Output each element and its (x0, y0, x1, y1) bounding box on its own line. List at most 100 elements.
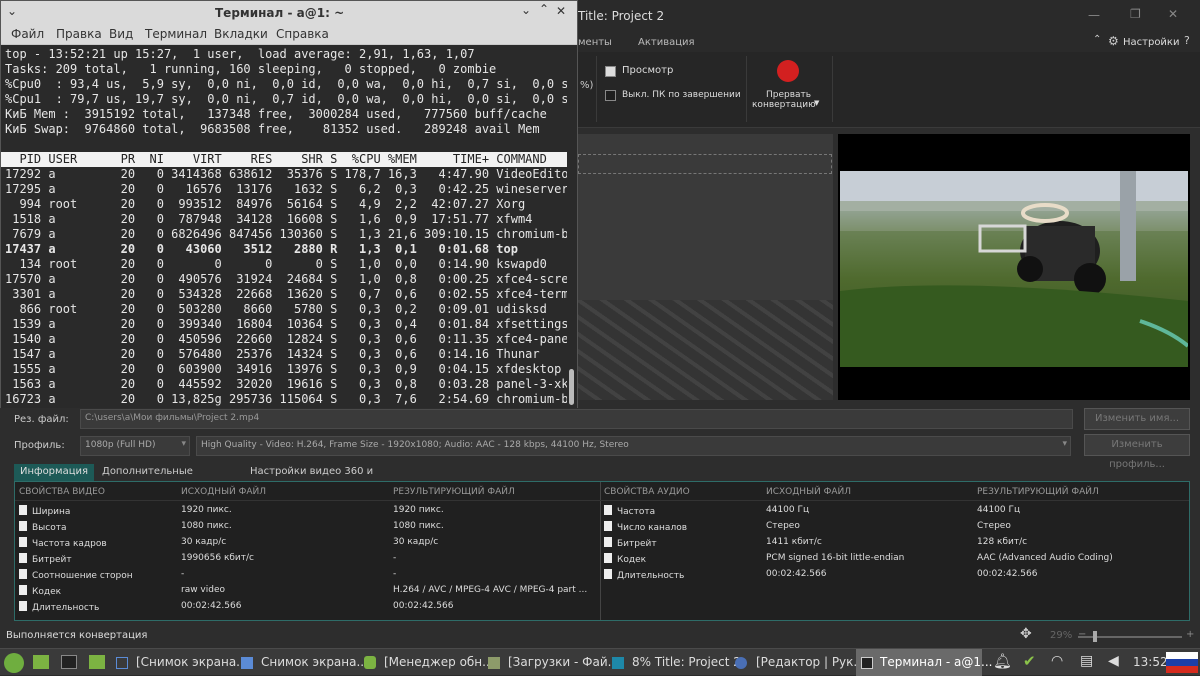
video-property-cell: Ширина (19, 505, 70, 517)
taskbar-item-terminal[interactable]: Терминал - a@1... (880, 649, 992, 676)
video-props-header: СВОЙСТВА ВИДЕО (19, 487, 105, 497)
stop-label-1[interactable]: Прервать (766, 90, 811, 100)
document-icon (604, 521, 612, 531)
dropdown-arrow-icon[interactable]: ▾ (181, 439, 186, 449)
timeline-track[interactable] (578, 154, 832, 174)
terminal-scrollbar[interactable] (567, 45, 577, 408)
audio-property-cell: Кодек (604, 553, 646, 565)
audio-result-value: AAC (Advanced Audio Coding) (977, 553, 1113, 563)
menu-edit[interactable]: Правка (56, 27, 102, 41)
tab-360-3d[interactable]: Настройки видео 360 и 3D (244, 464, 380, 493)
clipboard-icon[interactable]: ▤ (1080, 653, 1093, 669)
video-property-name: Длительность (32, 603, 100, 613)
audio-property-name: Длительность (617, 571, 685, 581)
process-row: 3301 a 20 0 534328 22668 13620 S 0,7 0,6… (5, 287, 576, 301)
video-result-value: 00:02:42.566 (393, 601, 454, 611)
fit-icon[interactable]: ✥ (1020, 626, 1032, 642)
menu-view[interactable]: Вид (109, 27, 133, 41)
process-row: 17292 a 20 0 3414368 638612 35376 S 178,… (5, 167, 576, 181)
volume-icon[interactable]: ◀ (1108, 653, 1119, 669)
video-result-header: РЕЗУЛЬТИРУЮЩИЙ ФАЙЛ (393, 487, 515, 497)
menu-terminal[interactable]: Терминал (145, 27, 207, 41)
minimize-icon[interactable]: — (1088, 8, 1100, 22)
tab-information[interactable]: Информация (14, 464, 94, 481)
result-file-field[interactable]: C:\users\a\Мои фильмы\Project 2.mp4 (80, 409, 1073, 429)
zoom-value: 29% (1050, 630, 1073, 641)
process-row: 17570 a 20 0 490576 31924 24684 S 1,0 0,… (5, 272, 576, 286)
maximize-icon[interactable]: ❐ (1130, 7, 1141, 21)
video-result-value: H.264 / AVC / MPEG-4 AVC / MPEG-4 part .… (393, 585, 588, 595)
close-icon[interactable]: ✕ (1168, 7, 1178, 21)
taskbar-item-screenshot-2[interactable]: Снимок экрана... (261, 649, 368, 676)
show-desktop-icon[interactable] (33, 655, 49, 669)
close-icon[interactable]: ✕ (556, 4, 566, 18)
summary-line: Tasks: 209 total, 1 running, 160 sleepin… (5, 62, 497, 76)
audio-result-value: 128 кбит/с (977, 537, 1028, 547)
document-icon (19, 585, 27, 595)
shutdown-checkbox[interactable] (605, 90, 616, 101)
menu-file[interactable]: Файл (11, 27, 44, 41)
gear-icon[interactable]: ⚙ (1108, 34, 1119, 48)
summary-line: КиБ Mem : 3915192 total, 137348 free, 30… (5, 107, 547, 121)
dropdown-arrow-icon[interactable]: ▾ (1062, 439, 1067, 449)
change-profile-button[interactable]: Изменить профиль... (1084, 434, 1190, 470)
video-result-value: 1080 пикс. (393, 521, 444, 531)
taskbar-item-downloads[interactable]: [Загрузки - Фай... (508, 649, 619, 676)
terminal-window: ⌄ Терминал - a@1: ~ ⌄ ⌃ ✕ Файл Правка Ви… (0, 0, 578, 408)
video-property-cell: Частота кадров (19, 537, 107, 549)
process-row: 1540 a 20 0 450596 22660 12824 S 0,3 0,6… (5, 332, 576, 346)
menu-help[interactable]: Справка (276, 27, 329, 41)
profile-select[interactable]: 1080p (Full HD) ▾ (80, 436, 190, 456)
keyboard-layout-flag-icon[interactable] (1166, 652, 1198, 673)
tab-advanced[interactable]: Дополнительные параметры (96, 464, 242, 493)
wifi-icon[interactable]: ◠ (1051, 653, 1063, 669)
profile-value: 1080p (Full HD) (85, 440, 156, 450)
scrollbar-thumb[interactable] (569, 369, 574, 405)
maximize-icon[interactable]: ⌃ (539, 2, 549, 16)
zoom-in-icon[interactable]: + (1186, 629, 1194, 640)
summary-line: %Cpu1 : 79,7 us, 19,7 sy, 0,0 ni, 0,7 id… (5, 92, 576, 106)
stop-label-2[interactable]: конвертацию (752, 100, 816, 110)
terminal-menubar: Файл Правка Вид Терминал Вкладки Справка (1, 25, 577, 45)
video-source-value: 1990656 кбит/с (181, 553, 255, 563)
taskbar-item-update-manager[interactable]: [Менеджер обн... (384, 649, 494, 676)
menu-tabs[interactable]: Вкладки (214, 27, 268, 41)
terminal-output[interactable]: top - 13:52:21 up 15:27, 1 user, load av… (1, 45, 576, 408)
stop-conversion-icon[interactable] (777, 60, 799, 82)
video-frame-image (840, 171, 1188, 367)
settings-button[interactable]: Настройки (1123, 37, 1179, 48)
taskbar-item-screenshot-1[interactable]: [Снимок экрана... (136, 649, 248, 676)
zoom-slider-handle[interactable] (1093, 631, 1097, 642)
help-icon[interactable]: ? (1184, 34, 1190, 47)
process-row: 16723 a 20 0 13,825g 295736 115064 S 0,3… (5, 392, 576, 406)
rename-button[interactable]: Изменить имя... (1084, 408, 1190, 430)
profile-description: High Quality - Video: H.264, Frame Size … (201, 440, 629, 450)
terminal-launcher-icon[interactable] (61, 655, 77, 669)
mint-menu-icon[interactable] (4, 653, 24, 673)
files-launcher-icon[interactable] (89, 655, 105, 669)
taskbar-item-editor[interactable]: [Редактор | Рук... (756, 649, 865, 676)
video-source-value: 30 кадр/с (181, 537, 227, 547)
video-source-header: ИСХОДНЫЙ ФАЙЛ (181, 487, 267, 497)
process-row: 134 root 20 0 0 0 0 S 1,0 0,0 0:14.90 ks… (5, 257, 547, 271)
notification-bell-icon[interactable]: 🔔︎ (993, 652, 1012, 670)
taskbar-item-converter[interactable]: 8% Title: Project 2 (632, 649, 741, 676)
audio-property-name: Частота (617, 507, 656, 517)
preview-checkbox[interactable] (605, 66, 616, 77)
process-row: 1539 a 20 0 399340 16804 10364 S 0,3 0,4… (5, 317, 576, 331)
audio-source-header: ИСХОДНЫЙ ФАЙЛ (766, 487, 852, 497)
minimize-icon[interactable]: ⌄ (521, 3, 531, 17)
audio-props-header: СВОЙСТВА АУДИО (604, 487, 690, 497)
profile-description-field[interactable]: High Quality - Video: H.264, Frame Size … (196, 436, 1071, 456)
video-property-name: Кодек (32, 587, 62, 597)
audio-result-value: 00:02:42.566 (977, 569, 1038, 579)
audio-property-name: Кодек (617, 555, 647, 565)
clock[interactable]: 13:52 (1133, 655, 1168, 669)
chevron-up-icon[interactable]: ⌃ (1093, 34, 1101, 45)
tab-activation[interactable]: Активация (638, 37, 695, 48)
window-menu-icon[interactable]: ⌄ (7, 4, 17, 18)
update-shield-icon[interactable]: ✔ (1023, 652, 1036, 670)
chevron-down-icon[interactable]: ▼ (814, 99, 819, 107)
tab-partial[interactable]: менты (578, 37, 612, 48)
zoom-out-icon[interactable]: − (1078, 629, 1086, 640)
